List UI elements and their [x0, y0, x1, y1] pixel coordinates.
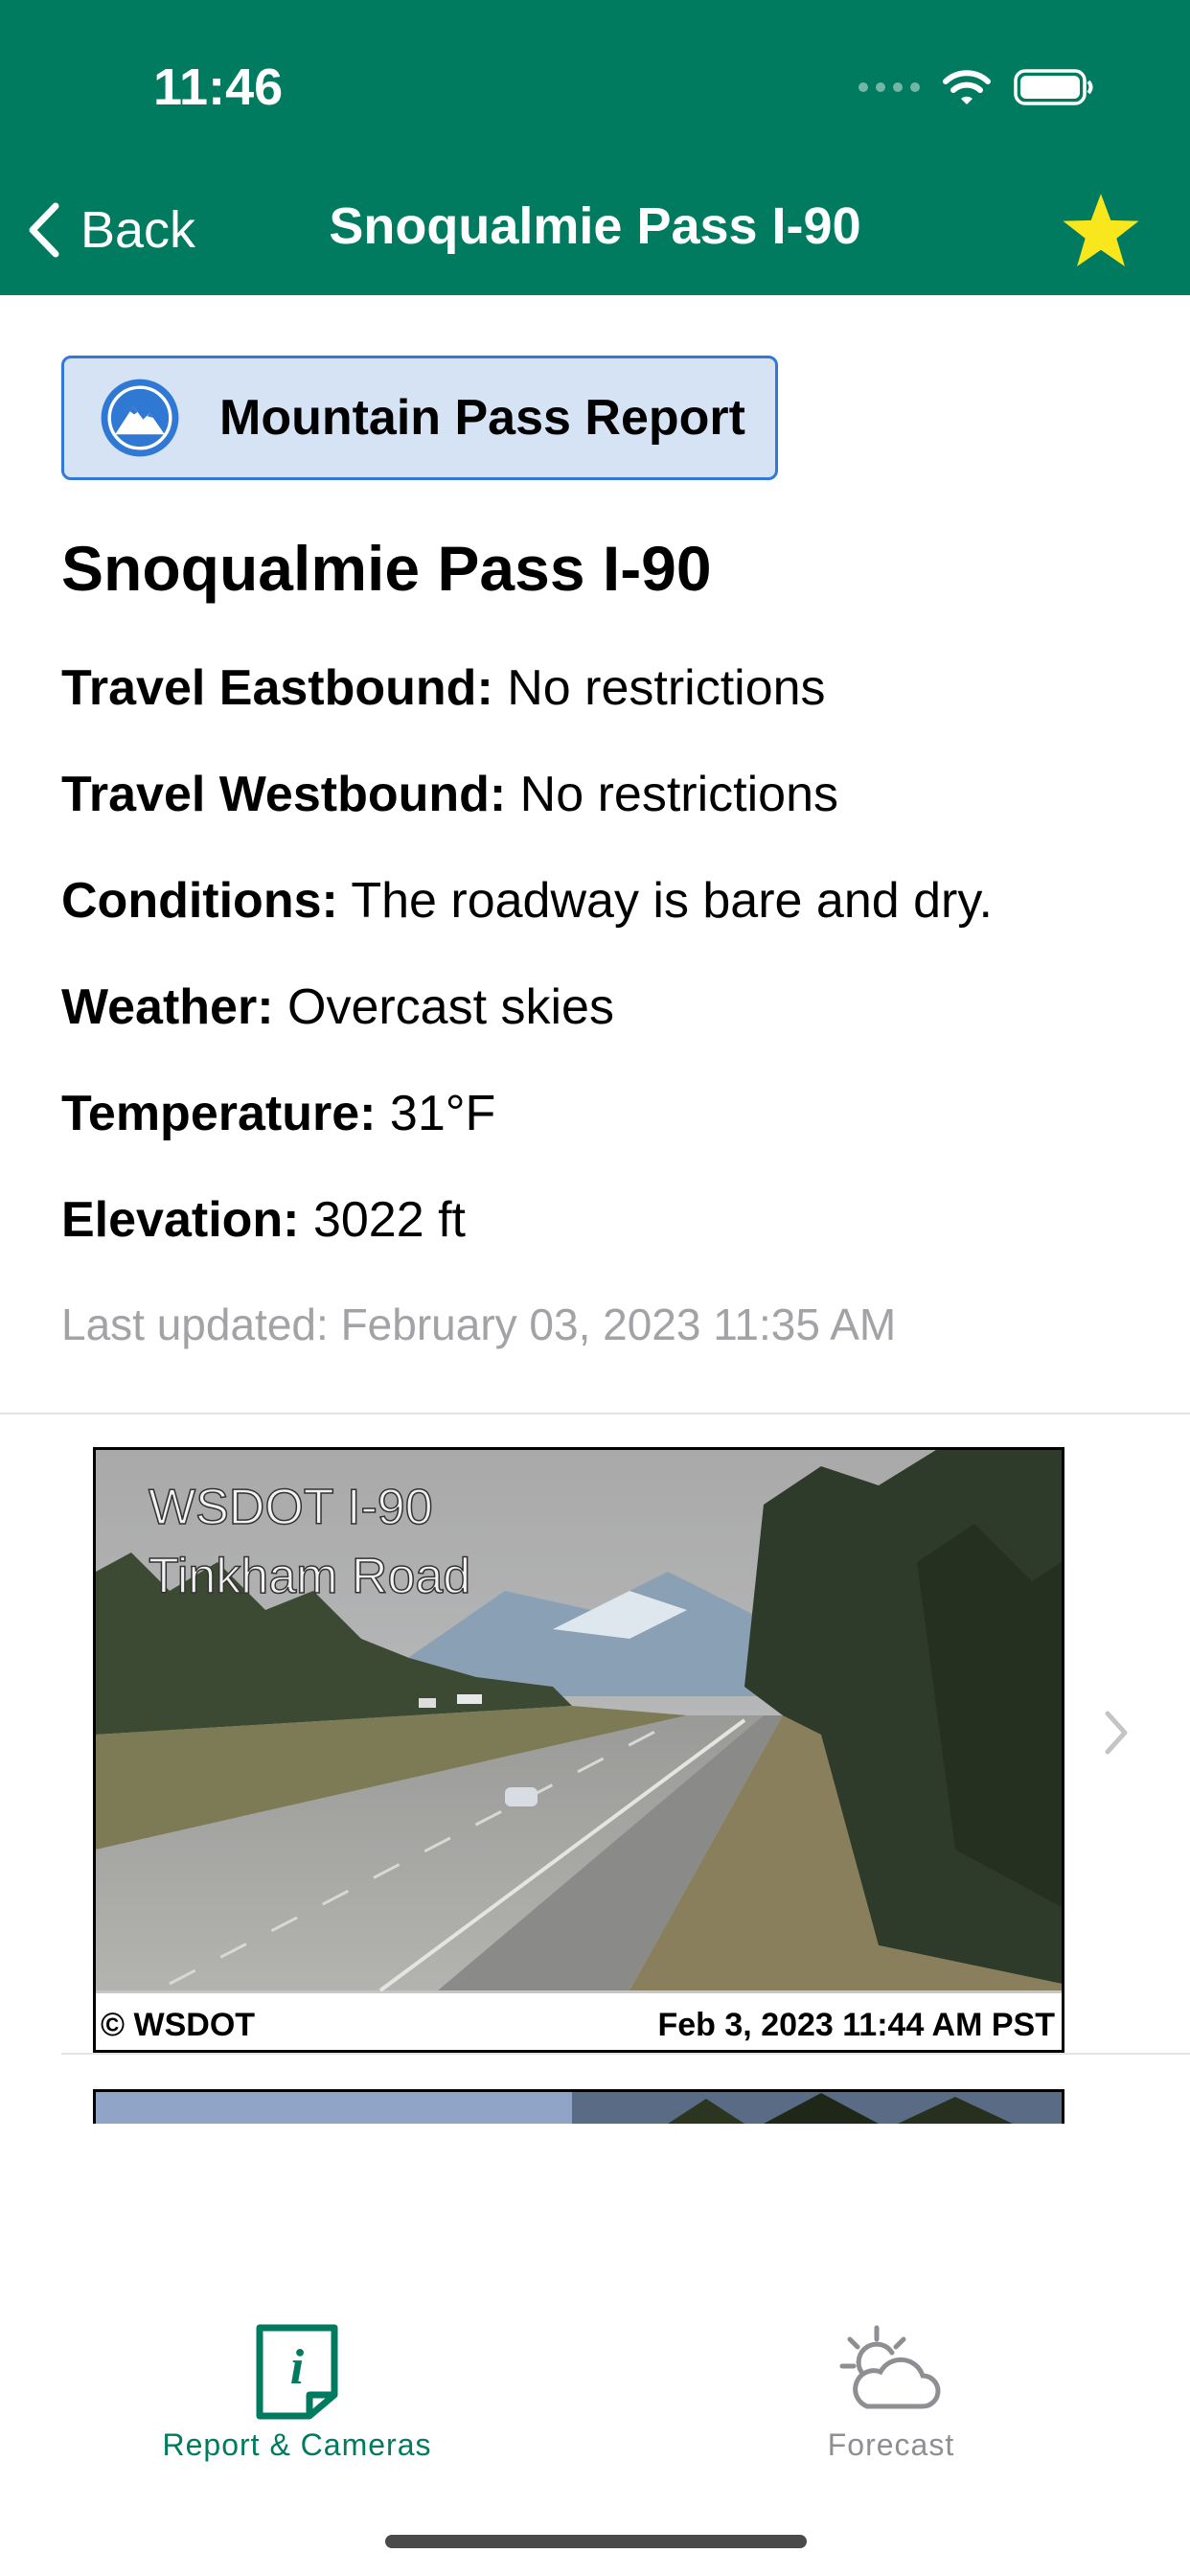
tab-report-cameras[interactable]: i Report & Cameras	[115, 2324, 479, 2463]
camera-overlay-line1: WSDOT I-90	[149, 1480, 433, 1535]
cellular-signal-icon	[858, 82, 920, 92]
home-indicator	[385, 2535, 807, 2548]
cloud-sun-icon	[839, 2325, 941, 2409]
pass-title: Snoqualmie Pass I-90	[61, 533, 712, 604]
conditions-label: Conditions:	[61, 873, 338, 929]
elevation-value: 3022 ft	[312, 1192, 466, 1248]
camera-overlay-line2: Tinkham Road	[149, 1549, 470, 1604]
camera-timestamp: Feb 3, 2023 11:44 AM PST	[658, 2007, 1056, 2043]
conditions-row: Conditions: The roadway is bare and dry.	[61, 872, 993, 930]
travel-westbound-value: No restrictions	[519, 767, 838, 822]
mountain-icon	[101, 379, 179, 457]
svg-text:i: i	[290, 2340, 305, 2395]
nav-header: 11:46 Back Snoqualmie Pass I-90	[0, 0, 1190, 295]
elevation-row: Elevation: 3022 ft	[61, 1191, 466, 1249]
favorite-star-icon[interactable]	[1060, 190, 1142, 272]
weather-value: Overcast skies	[287, 979, 614, 1035]
chevron-right-icon[interactable]	[1102, 1708, 1131, 1758]
row-divider	[61, 2053, 1190, 2055]
tab-report-cameras-label: Report & Cameras	[162, 2427, 432, 2462]
tab-forecast-label: Forecast	[827, 2427, 955, 2462]
tab-forecast[interactable]: Forecast	[709, 2324, 1073, 2463]
temperature-value: 31°F	[389, 1086, 496, 1141]
camera-copyright: © WSDOT	[101, 2007, 255, 2043]
conditions-value: The roadway is bare and dry.	[351, 873, 993, 929]
temperature-row: Temperature: 31°F	[61, 1085, 495, 1142]
travel-westbound-row: Travel Westbound: No restrictions	[61, 766, 838, 823]
last-updated-text: Last updated: February 03, 2023 11:35 AM	[61, 1300, 897, 1349]
battery-icon	[1014, 69, 1093, 105]
status-time: 11:46	[153, 58, 284, 116]
travel-eastbound-value: No restrictions	[507, 660, 826, 716]
weather-label: Weather:	[61, 979, 274, 1035]
info-icon: i	[256, 2324, 338, 2420]
travel-eastbound-label: Travel Eastbound:	[61, 660, 493, 716]
status-icons	[858, 63, 1094, 111]
wifi-icon	[943, 70, 991, 104]
mountain-pass-report-button[interactable]: Mountain Pass Report	[61, 356, 778, 480]
weather-row: Weather: Overcast skies	[61, 978, 614, 1036]
camera-image-partial[interactable]	[93, 2089, 1064, 2124]
nav-title: Snoqualmie Pass I-90	[329, 197, 861, 255]
elevation-label: Elevation:	[61, 1192, 300, 1248]
section-divider	[0, 1413, 1190, 1414]
travel-eastbound-row: Travel Eastbound: No restrictions	[61, 659, 826, 717]
camera-image[interactable]: WSDOT I-90 Tinkham Road © WSDOT Feb 3, 2…	[93, 1447, 1064, 2053]
travel-westbound-label: Travel Westbound:	[61, 767, 507, 822]
report-button-label: Mountain Pass Report	[219, 390, 745, 446]
temperature-label: Temperature:	[61, 1086, 377, 1141]
